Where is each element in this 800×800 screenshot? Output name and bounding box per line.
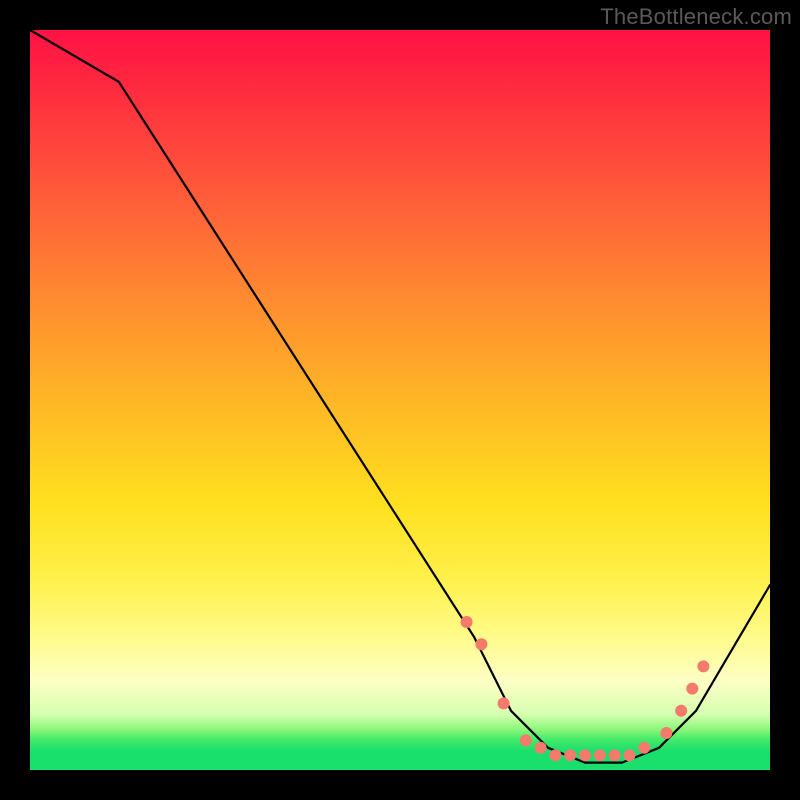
chart-svg bbox=[30, 30, 770, 770]
watermark-text: TheBottleneck.com bbox=[600, 4, 792, 30]
curve-marker bbox=[675, 705, 687, 717]
curve-marker bbox=[564, 749, 576, 761]
bottleneck-curve bbox=[30, 30, 770, 763]
curve-marker bbox=[475, 638, 487, 650]
curve-marker bbox=[461, 616, 473, 628]
curve-marker bbox=[579, 749, 591, 761]
curve-group bbox=[30, 30, 770, 763]
curve-marker bbox=[660, 727, 672, 739]
curve-marker bbox=[535, 742, 547, 754]
curve-marker bbox=[498, 697, 510, 709]
chart-frame: TheBottleneck.com bbox=[0, 0, 800, 800]
curve-marker bbox=[686, 683, 698, 695]
curve-marker bbox=[520, 734, 532, 746]
curve-marker bbox=[638, 742, 650, 754]
curve-marker bbox=[697, 660, 709, 672]
markers-group bbox=[461, 616, 710, 761]
curve-marker bbox=[609, 749, 621, 761]
curve-marker bbox=[623, 749, 635, 761]
curve-marker bbox=[594, 749, 606, 761]
plot-area bbox=[30, 30, 770, 770]
curve-marker bbox=[549, 749, 561, 761]
